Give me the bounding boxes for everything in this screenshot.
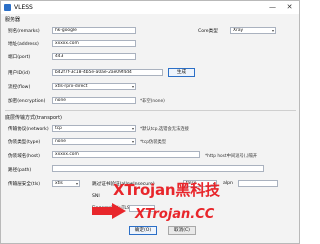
chevron-down-icon: ▾ <box>75 181 78 186</box>
address-label: 地址(address) <box>8 42 39 47</box>
host-label: 伪装域名(host) <box>8 154 40 159</box>
watermark-text: XTrojan黑科技 <box>113 181 220 199</box>
type-value: none <box>55 139 66 144</box>
port-label: 端口(port) <box>8 55 31 60</box>
section-divider <box>5 110 296 111</box>
network-select[interactable]: tcp ▾ <box>52 125 136 132</box>
watermark-url: XTrojan.CC <box>135 207 215 222</box>
host-input[interactable]: xxxxx.com <box>52 151 200 158</box>
transport-section-heading: 底层传输方式(transport) <box>5 115 63 121</box>
arrow-shape <box>92 203 126 219</box>
server-section-heading: 服务器 <box>5 17 21 23</box>
chevron-down-icon: ▾ <box>271 28 274 33</box>
cancel-button[interactable]: 取消(C) <box>168 226 196 235</box>
network-hint: *默认tcp,选错会无法连接 <box>140 127 189 132</box>
port-input[interactable]: 443 <box>52 53 136 60</box>
alpn-input[interactable] <box>238 180 278 187</box>
app-icon <box>4 4 11 11</box>
core-type-label: Core类型 <box>198 29 218 34</box>
flow-label: 流控(flow) <box>8 85 31 90</box>
encryption-hint: *非空(none) <box>140 99 165 104</box>
path-label: 路径(path) <box>8 168 32 173</box>
type-hint: *tcp伪装类型 <box>140 140 167 145</box>
title-bar: VLESS — ✕ <box>1 1 299 14</box>
network-label: 传输协议(network) <box>8 127 49 132</box>
alias-input[interactable]: hk-google <box>52 27 136 34</box>
confirm-button[interactable]: 确定(O) <box>129 226 157 235</box>
chevron-down-icon: ▾ <box>131 126 134 131</box>
alias-label: 别名(remarks) <box>8 29 40 34</box>
close-icon[interactable]: ✕ <box>282 2 297 13</box>
flow-value: xtls-rprx-direct <box>55 84 88 89</box>
minimize-icon[interactable]: — <box>265 2 280 13</box>
id-label: 用户ID(id) <box>8 71 30 76</box>
security-label: 传输层安全(tls) <box>8 182 41 187</box>
vless-dialog: VLESS — ✕ 服务器 别名(remarks) hk-google Core… <box>0 0 300 244</box>
host-hint: *http host中间逗号(,)隔开 <box>205 154 258 159</box>
encryption-label: 加密(encryption) <box>8 99 46 104</box>
security-value: xtls <box>55 181 63 186</box>
security-select[interactable]: xtls ▾ <box>52 180 80 187</box>
core-type-value: Xray <box>233 28 244 33</box>
path-input[interactable] <box>52 165 264 172</box>
flow-select[interactable]: xtls-rprx-direct ▾ <box>52 83 136 90</box>
chevron-down-icon: ▾ <box>131 139 134 144</box>
window-title: VLESS <box>14 4 33 11</box>
alpn-label: alpn <box>223 181 233 186</box>
address-input[interactable]: xxxxx.com <box>52 40 136 47</box>
network-value: tcp <box>55 126 62 131</box>
type-select[interactable]: none ▾ <box>52 138 136 145</box>
watermark-arrow-icon <box>92 203 126 219</box>
generate-button[interactable]: 生成 <box>168 68 195 77</box>
encryption-input[interactable]: none <box>52 97 136 104</box>
core-type-select[interactable]: Xray ▾ <box>230 27 276 34</box>
id-input[interactable]: b42f7f-3c18-4b5e-a0ae-2ae09f4d4 <box>52 69 163 76</box>
chevron-down-icon: ▾ <box>131 84 134 89</box>
type-label: 伪装类型(type) <box>8 140 41 145</box>
